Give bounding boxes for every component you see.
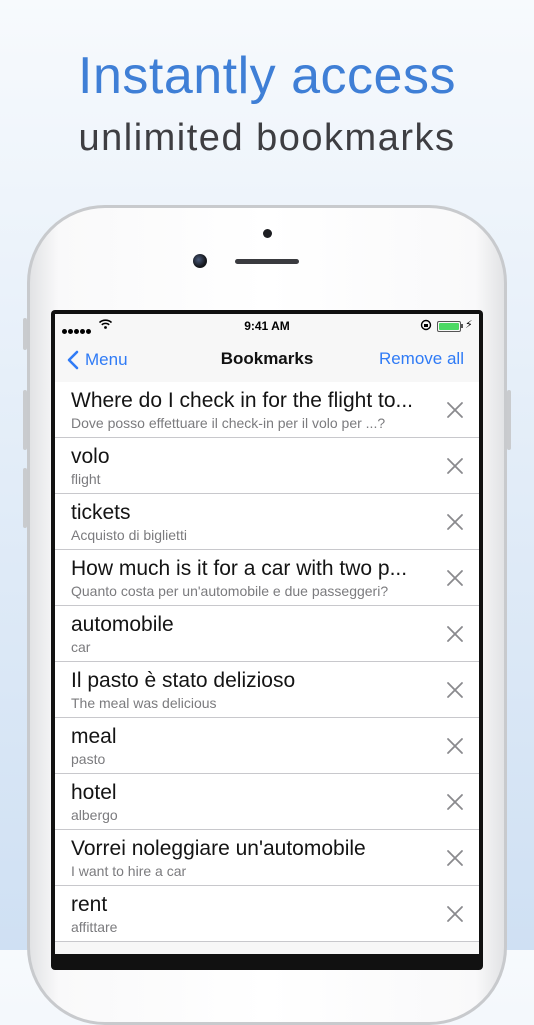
front-camera xyxy=(193,254,207,268)
bookmark-title: rent xyxy=(71,893,108,916)
bookmark-list: Where do I check in for the flight to...… xyxy=(55,382,479,942)
close-icon[interactable] xyxy=(446,457,464,475)
app-screen: 9:41 AM ⚡ Menu Bookmarks Remove all Wher… xyxy=(55,314,479,954)
bookmark-row[interactable]: How much is it for a car with two p... Q… xyxy=(55,550,479,606)
phone-mute-switch xyxy=(23,318,27,350)
close-icon[interactable] xyxy=(446,737,464,755)
bookmark-translation: flight xyxy=(71,471,101,487)
close-icon[interactable] xyxy=(446,569,464,587)
bookmark-title: meal xyxy=(71,725,117,748)
bookmark-row[interactable]: meal pasto xyxy=(55,718,479,774)
battery-tip xyxy=(461,324,463,328)
bookmark-row[interactable]: tickets Acquisto di biglietti xyxy=(55,494,479,550)
earpiece-speaker xyxy=(235,259,299,264)
bookmark-row[interactable]: Vorrei noleggiare un'automobile I want t… xyxy=(55,830,479,886)
bookmark-title: volo xyxy=(71,445,110,468)
bookmark-translation: affittare xyxy=(71,919,118,935)
bookmark-translation: pasto xyxy=(71,751,106,767)
remove-all-button[interactable]: Remove all xyxy=(379,349,464,369)
bookmark-translation: albergo xyxy=(71,807,118,823)
close-icon[interactable] xyxy=(446,401,464,419)
bookmark-translation: Acquisto di biglietti xyxy=(71,527,187,543)
bookmark-translation: Quanto costa per un'automobile e due pas… xyxy=(71,583,389,599)
phone-volume-up xyxy=(23,390,27,450)
back-button[interactable]: Menu xyxy=(67,347,128,373)
close-icon[interactable] xyxy=(446,905,464,923)
bookmark-row[interactable]: Il pasto è stato delizioso The meal was … xyxy=(55,662,479,718)
bookmark-translation: Dove posso effettuare il check-in per il… xyxy=(71,415,386,431)
bookmark-translation: I want to hire a car xyxy=(71,863,187,879)
bookmark-row[interactable]: Where do I check in for the flight to...… xyxy=(55,382,479,438)
close-icon[interactable] xyxy=(446,793,464,811)
chevron-left-icon xyxy=(67,350,79,370)
navigation-bar: Menu Bookmarks Remove all xyxy=(55,338,479,383)
promo-subline: unlimited bookmarks xyxy=(78,117,456,159)
bookmark-title: tickets xyxy=(71,501,131,524)
bookmark-title: Vorrei noleggiare un'automobile xyxy=(71,837,366,860)
phone-volume-down xyxy=(23,468,27,528)
bookmark-title: Where do I check in for the flight to... xyxy=(71,389,413,412)
bookmark-translation: car xyxy=(71,639,91,655)
bookmark-title: hotel xyxy=(71,781,117,804)
orientation-lock-icon xyxy=(420,319,432,331)
back-button-label: Menu xyxy=(85,350,128,369)
status-time: 9:41 AM xyxy=(244,319,290,333)
status-bar: 9:41 AM ⚡ xyxy=(55,314,479,338)
battery-icon xyxy=(437,321,461,332)
bookmark-row[interactable]: volo flight xyxy=(55,438,479,494)
bookmark-row[interactable]: rent affittare xyxy=(55,886,479,942)
proximity-sensor xyxy=(263,229,272,238)
phone-power-button xyxy=(507,390,511,450)
charging-bolt-icon: ⚡ xyxy=(465,319,473,331)
close-icon[interactable] xyxy=(446,513,464,531)
bookmark-title: How much is it for a car with two p... xyxy=(71,557,408,580)
promo-headline: Instantly access xyxy=(78,47,456,105)
close-icon[interactable] xyxy=(446,625,464,643)
bookmark-title: automobile xyxy=(71,613,174,636)
close-icon[interactable] xyxy=(446,849,464,867)
bookmark-row[interactable]: hotel albergo xyxy=(55,774,479,830)
bookmark-row[interactable]: automobile car xyxy=(55,606,479,662)
bookmark-title: Il pasto è stato delizioso xyxy=(71,669,296,692)
bookmark-translation: The meal was delicious xyxy=(71,695,217,711)
close-icon[interactable] xyxy=(446,681,464,699)
